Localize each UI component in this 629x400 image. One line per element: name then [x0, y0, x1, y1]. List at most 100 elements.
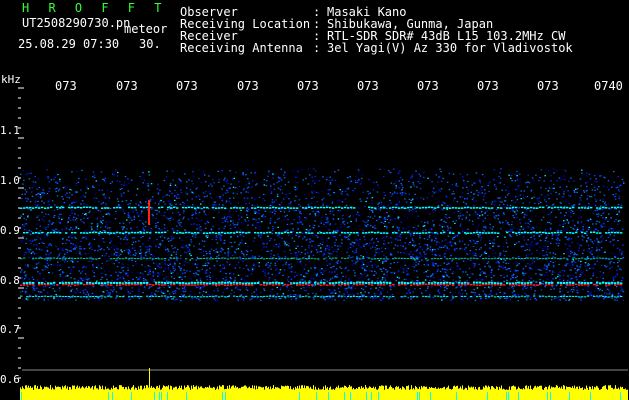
noise-dot: [457, 215, 460, 217]
noise-dot: [476, 226, 479, 228]
noise-dot: [461, 293, 464, 295]
noise-dot: [84, 266, 86, 268]
noise-dot: [294, 271, 296, 273]
noise-dot: [209, 183, 212, 185]
noise-dot: [297, 295, 299, 297]
noise-dot: [93, 294, 95, 296]
noise-dot: [166, 209, 169, 211]
noise-dot: [484, 212, 487, 214]
noise-dot: [358, 244, 360, 247]
noise-dot: [581, 272, 583, 274]
noise-dot: [218, 178, 220, 180]
noise-dot: [295, 209, 297, 212]
noise-dot: [276, 268, 278, 270]
noise-dot: [419, 182, 421, 184]
noise-dot: [361, 274, 363, 276]
noise-dot: [317, 236, 319, 238]
noise-dot: [219, 236, 221, 238]
noise-dot: [270, 192, 273, 194]
noise-dot: [427, 222, 429, 225]
noise-dot: [427, 286, 429, 288]
noise-dot: [137, 293, 139, 295]
noise-dot: [276, 193, 279, 195]
noise-dot: [516, 261, 518, 264]
noise-dot: [74, 248, 77, 250]
noise-dot: [604, 202, 606, 204]
noise-dot: [311, 192, 314, 194]
noise-dot: [261, 249, 263, 251]
noise-dot: [258, 212, 260, 215]
noise-dot: [581, 252, 584, 254]
noise-dot: [58, 230, 60, 232]
noise-dot: [565, 186, 568, 188]
noise-dot: [323, 270, 325, 272]
noise-dot: [327, 238, 329, 240]
noise-dot: [533, 238, 536, 240]
noise-dot: [48, 187, 51, 190]
noise-dot: [621, 178, 624, 181]
noise-dot: [167, 248, 169, 250]
noise-dot: [614, 254, 616, 256]
noise-dot: [185, 191, 187, 193]
noise-dot: [398, 230, 400, 232]
noise-dot: [251, 197, 253, 199]
noise-dot: [186, 193, 189, 195]
noise-dot: [506, 204, 509, 206]
noise-dot: [575, 254, 578, 256]
noise-dot: [562, 226, 564, 228]
noise-dot: [119, 287, 121, 289]
noise-dot: [589, 195, 591, 198]
noise-dot: [397, 205, 399, 207]
noise-dot: [353, 241, 355, 244]
noise-dot: [562, 169, 565, 171]
noise-dot: [416, 270, 418, 272]
noise-dot: [556, 297, 558, 299]
noise-dot: [372, 209, 375, 211]
noise-dot: [42, 278, 45, 280]
noise-dot: [467, 180, 469, 183]
noise-dot: [558, 209, 560, 211]
noise-dot: [271, 233, 274, 235]
noise-dot: [64, 194, 67, 196]
noise-dot: [242, 235, 245, 237]
noise-dot: [296, 280, 299, 282]
noise-dot: [247, 268, 249, 270]
noise-dot: [102, 241, 105, 243]
noise-dot: [158, 228, 160, 230]
noise-dot: [259, 236, 262, 239]
noise-dot: [195, 234, 197, 236]
noise-dot: [584, 275, 587, 277]
noise-dot: [300, 274, 302, 276]
noise-dot: [436, 241, 438, 243]
noise-dot: [93, 174, 96, 176]
noise-dot: [167, 267, 170, 269]
noise-dot: [218, 211, 220, 214]
noise-dot: [75, 185, 77, 187]
noise-dot: [508, 268, 511, 270]
noise-dot: [50, 252, 52, 254]
noise-dot: [85, 293, 87, 296]
noise-dot: [493, 169, 496, 171]
noise-dot: [599, 226, 602, 228]
noise-dot: [380, 247, 383, 249]
noise-dot: [221, 247, 223, 249]
noise-dot: [396, 192, 398, 194]
noise-dot: [54, 176, 57, 178]
noise-dot: [394, 238, 397, 240]
noise-dot: [540, 169, 543, 171]
noise-dot: [184, 173, 186, 175]
noise-dot: [337, 169, 340, 171]
noise-dot: [169, 187, 172, 189]
noise-dot: [289, 249, 291, 251]
noise-dot: [430, 240, 433, 242]
noise-dot: [501, 201, 503, 203]
noise-dot: [392, 168, 395, 170]
noise-dot: [567, 252, 569, 254]
noise-dot: [158, 211, 160, 213]
noise-dot: [150, 254, 153, 256]
noise-dot: [390, 263, 392, 265]
noise-dot: [585, 230, 588, 232]
noise-dot: [97, 249, 99, 251]
noise-dot: [426, 197, 429, 199]
noise-dot: [514, 211, 516, 213]
